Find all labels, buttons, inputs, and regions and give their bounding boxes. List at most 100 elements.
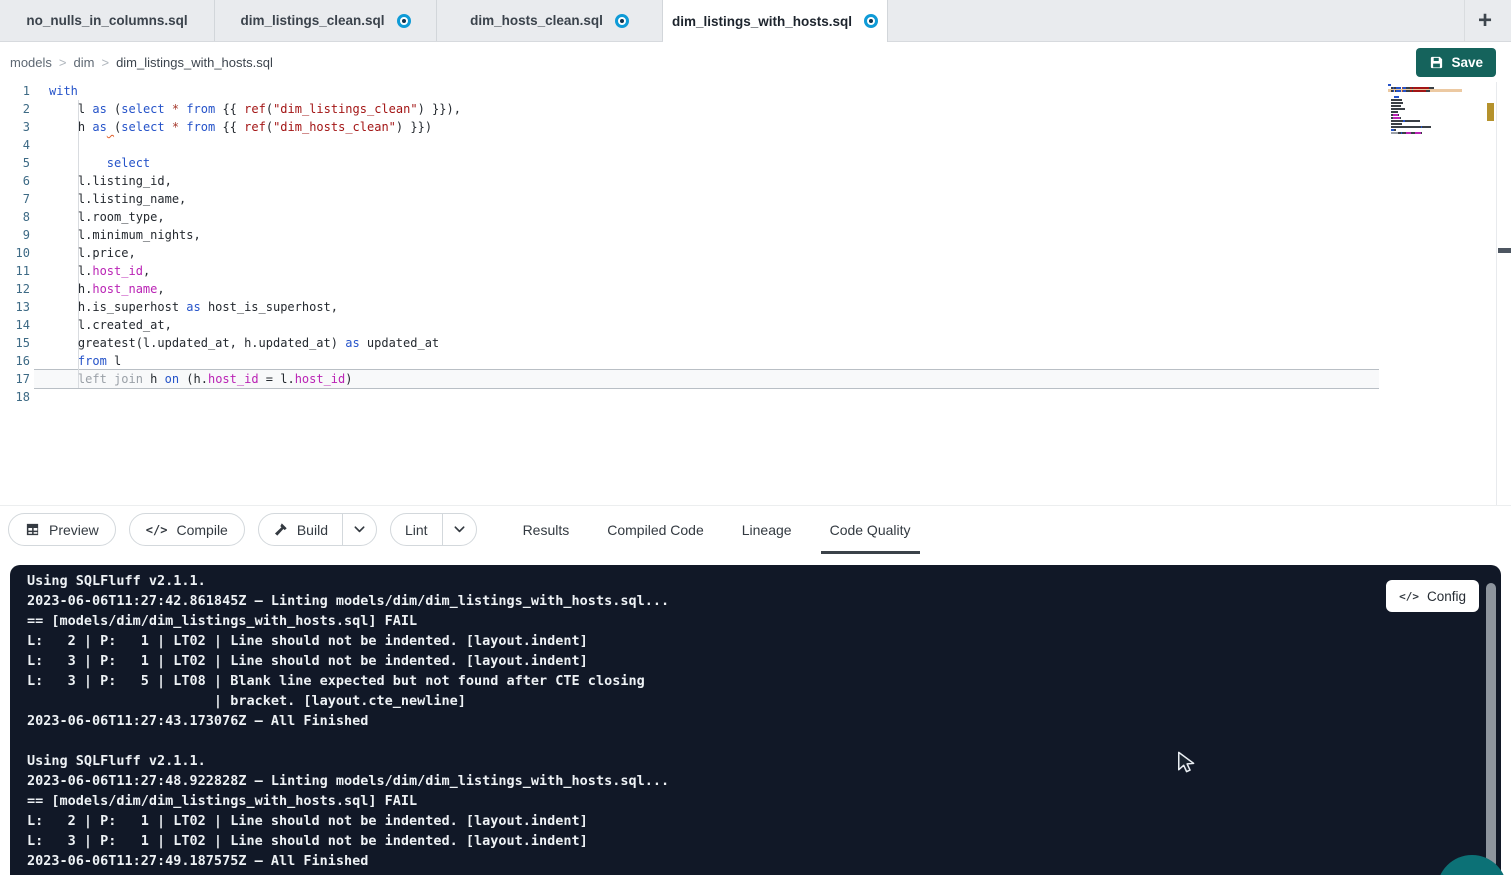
tab-lineage[interactable]: Lineage bbox=[742, 506, 792, 554]
terminal-line: 2023-06-06T11:27:43.173076Z — All Finish… bbox=[27, 711, 669, 731]
tab-dim-listings-with-hosts[interactable]: dim_listings_with_hosts.sql bbox=[663, 0, 888, 42]
compile-button[interactable]: </> Compile bbox=[129, 513, 245, 546]
code-line[interactable]: 3 h as (select * from {{ ref("dim_hosts_… bbox=[0, 118, 461, 136]
save-label: Save bbox=[1451, 55, 1483, 70]
tab-compiled-code[interactable]: Compiled Code bbox=[607, 506, 704, 554]
code-icon: </> bbox=[1399, 590, 1419, 603]
code-text: h.is_superhost as host_is_superhost, bbox=[49, 300, 338, 314]
terminal-line: | bracket. [layout.cte_newline] bbox=[27, 691, 669, 711]
lint-dropdown-button[interactable] bbox=[442, 514, 476, 545]
chevron-down-icon bbox=[453, 523, 466, 536]
code-line[interactable]: 14 l.created_at, bbox=[0, 316, 461, 334]
line-number: 7 bbox=[0, 190, 30, 208]
tab-dim-hosts-clean[interactable]: dim_hosts_clean.sql bbox=[437, 0, 663, 41]
code-line[interactable]: 13 h.is_superhost as host_is_superhost, bbox=[0, 298, 461, 316]
code-line[interactable]: 12 h.host_name, bbox=[0, 280, 461, 298]
config-button[interactable]: </> Config bbox=[1386, 580, 1479, 612]
save-button[interactable]: Save bbox=[1416, 48, 1496, 77]
terminal-scrollbar[interactable] bbox=[1486, 583, 1496, 868]
code-text: greatest(l.updated_at, h.updated_at) as … bbox=[49, 336, 439, 350]
table-icon bbox=[25, 522, 40, 537]
code-text: l.created_at, bbox=[49, 318, 172, 332]
terminal-line: L: 3 | P: 1 | LT02 | Line should not be … bbox=[27, 831, 669, 851]
floppy-disk-icon bbox=[1429, 55, 1444, 70]
breadcrumb-dim[interactable]: dim bbox=[74, 55, 95, 70]
terminal-line: 2023-06-06T11:27:48.922828Z — Linting mo… bbox=[27, 771, 669, 791]
lint-button-group: Lint bbox=[390, 513, 477, 546]
code-line[interactable]: 15 greatest(l.updated_at, h.updated_at) … bbox=[0, 334, 461, 352]
build-button[interactable]: Build bbox=[259, 514, 342, 545]
code-line[interactable]: 4 bbox=[0, 136, 461, 154]
code-line[interactable]: 18 bbox=[0, 388, 461, 406]
code-line[interactable]: 1with bbox=[0, 82, 461, 100]
lint-label: Lint bbox=[405, 522, 428, 538]
code-line[interactable]: 2 l as (select * from {{ ref("dim_listin… bbox=[0, 100, 461, 118]
chevron-right-icon: > bbox=[59, 55, 67, 70]
chevron-down-icon bbox=[353, 523, 366, 536]
code-line[interactable]: 9 l.minimum_nights, bbox=[0, 226, 461, 244]
code-line[interactable]: 16 from l bbox=[0, 352, 461, 370]
code-line[interactable]: 8 l.room_type, bbox=[0, 208, 461, 226]
code-line[interactable]: 6 l.listing_id, bbox=[0, 172, 461, 190]
code-line[interactable]: 7 l.listing_name, bbox=[0, 190, 461, 208]
code-editor[interactable]: 1with2 l as (select * from {{ ref("dim_l… bbox=[0, 82, 1511, 505]
terminal-line: == [models/dim/dim_listings_with_hosts.s… bbox=[27, 791, 669, 811]
terminal-line: L: 2 | P: 1 | LT02 | Line should not be … bbox=[27, 811, 669, 831]
new-tab-button[interactable]: + bbox=[1469, 5, 1501, 37]
code-text: l.host_id, bbox=[49, 264, 150, 278]
line-number: 12 bbox=[0, 280, 30, 298]
tab-code-quality[interactable]: Code Quality bbox=[830, 506, 911, 554]
tab-no-nulls-in-columns[interactable]: no_nulls_in_columns.sql bbox=[0, 0, 215, 41]
lint-button[interactable]: Lint bbox=[391, 514, 442, 545]
code-text: left join h on (h.host_id = l.host_id) bbox=[49, 372, 353, 386]
line-number: 2 bbox=[0, 100, 30, 118]
build-button-group: Build bbox=[258, 513, 377, 546]
tab-dim-listings-clean[interactable]: dim_listings_clean.sql bbox=[215, 0, 437, 41]
line-number: 9 bbox=[0, 226, 30, 244]
code-text: with bbox=[49, 84, 78, 98]
tab-label: dim_listings_clean.sql bbox=[240, 13, 384, 28]
breadcrumb: models > dim > dim_listings_with_hosts.s… bbox=[10, 42, 273, 82]
line-number: 18 bbox=[0, 388, 30, 406]
line-number: 14 bbox=[0, 316, 30, 334]
modified-dot-icon bbox=[864, 14, 878, 28]
code-icon: </> bbox=[146, 523, 168, 537]
tab-strip-separator bbox=[1464, 0, 1465, 41]
scroll-position-marker[interactable] bbox=[1498, 248, 1511, 253]
code-text: l.price, bbox=[49, 246, 136, 260]
code-lines: 1with2 l as (select * from {{ ref("dim_l… bbox=[0, 82, 461, 406]
terminal-line: Using SQLFluff v2.1.1. bbox=[27, 571, 669, 591]
minimap[interactable] bbox=[1388, 83, 1462, 137]
code-text: l.listing_name, bbox=[49, 192, 186, 206]
overview-warning-marker bbox=[1487, 103, 1494, 121]
line-number: 6 bbox=[0, 172, 30, 190]
code-line[interactable]: 10 l.price, bbox=[0, 244, 461, 262]
line-number: 10 bbox=[0, 244, 30, 262]
code-text: l.minimum_nights, bbox=[49, 228, 201, 242]
code-text: l.room_type, bbox=[49, 210, 165, 224]
preview-button[interactable]: Preview bbox=[8, 513, 116, 546]
preview-label: Preview bbox=[49, 522, 99, 538]
config-label: Config bbox=[1427, 589, 1466, 604]
line-number: 3 bbox=[0, 118, 30, 136]
code-text: l.listing_id, bbox=[49, 174, 172, 188]
tab-label: no_nulls_in_columns.sql bbox=[26, 13, 187, 28]
line-number: 4 bbox=[0, 136, 30, 154]
code-line[interactable]: 17 left join h on (h.host_id = l.host_id… bbox=[0, 370, 461, 388]
terminal-line: L: 3 | P: 1 | LT02 | Line should not be … bbox=[27, 651, 669, 671]
editor-tab-bar: no_nulls_in_columns.sql dim_listings_cle… bbox=[0, 0, 1511, 42]
code-line[interactable]: 11 l.host_id, bbox=[0, 262, 461, 280]
hammer-icon bbox=[273, 522, 288, 537]
build-dropdown-button[interactable] bbox=[342, 514, 376, 545]
line-number: 8 bbox=[0, 208, 30, 226]
overview-ruler bbox=[1496, 82, 1497, 505]
line-number: 15 bbox=[0, 334, 30, 352]
tab-results[interactable]: Results bbox=[523, 506, 570, 554]
terminal-line: L: 3 | P: 5 | LT08 | Blank line expected… bbox=[27, 671, 669, 691]
code-text: select bbox=[49, 156, 150, 170]
tab-label: dim_listings_with_hosts.sql bbox=[672, 14, 852, 29]
minimap-row bbox=[1388, 134, 1462, 137]
code-line[interactable]: 5 select bbox=[0, 154, 461, 172]
chevron-right-icon: > bbox=[101, 55, 109, 70]
breadcrumb-models[interactable]: models bbox=[10, 55, 52, 70]
